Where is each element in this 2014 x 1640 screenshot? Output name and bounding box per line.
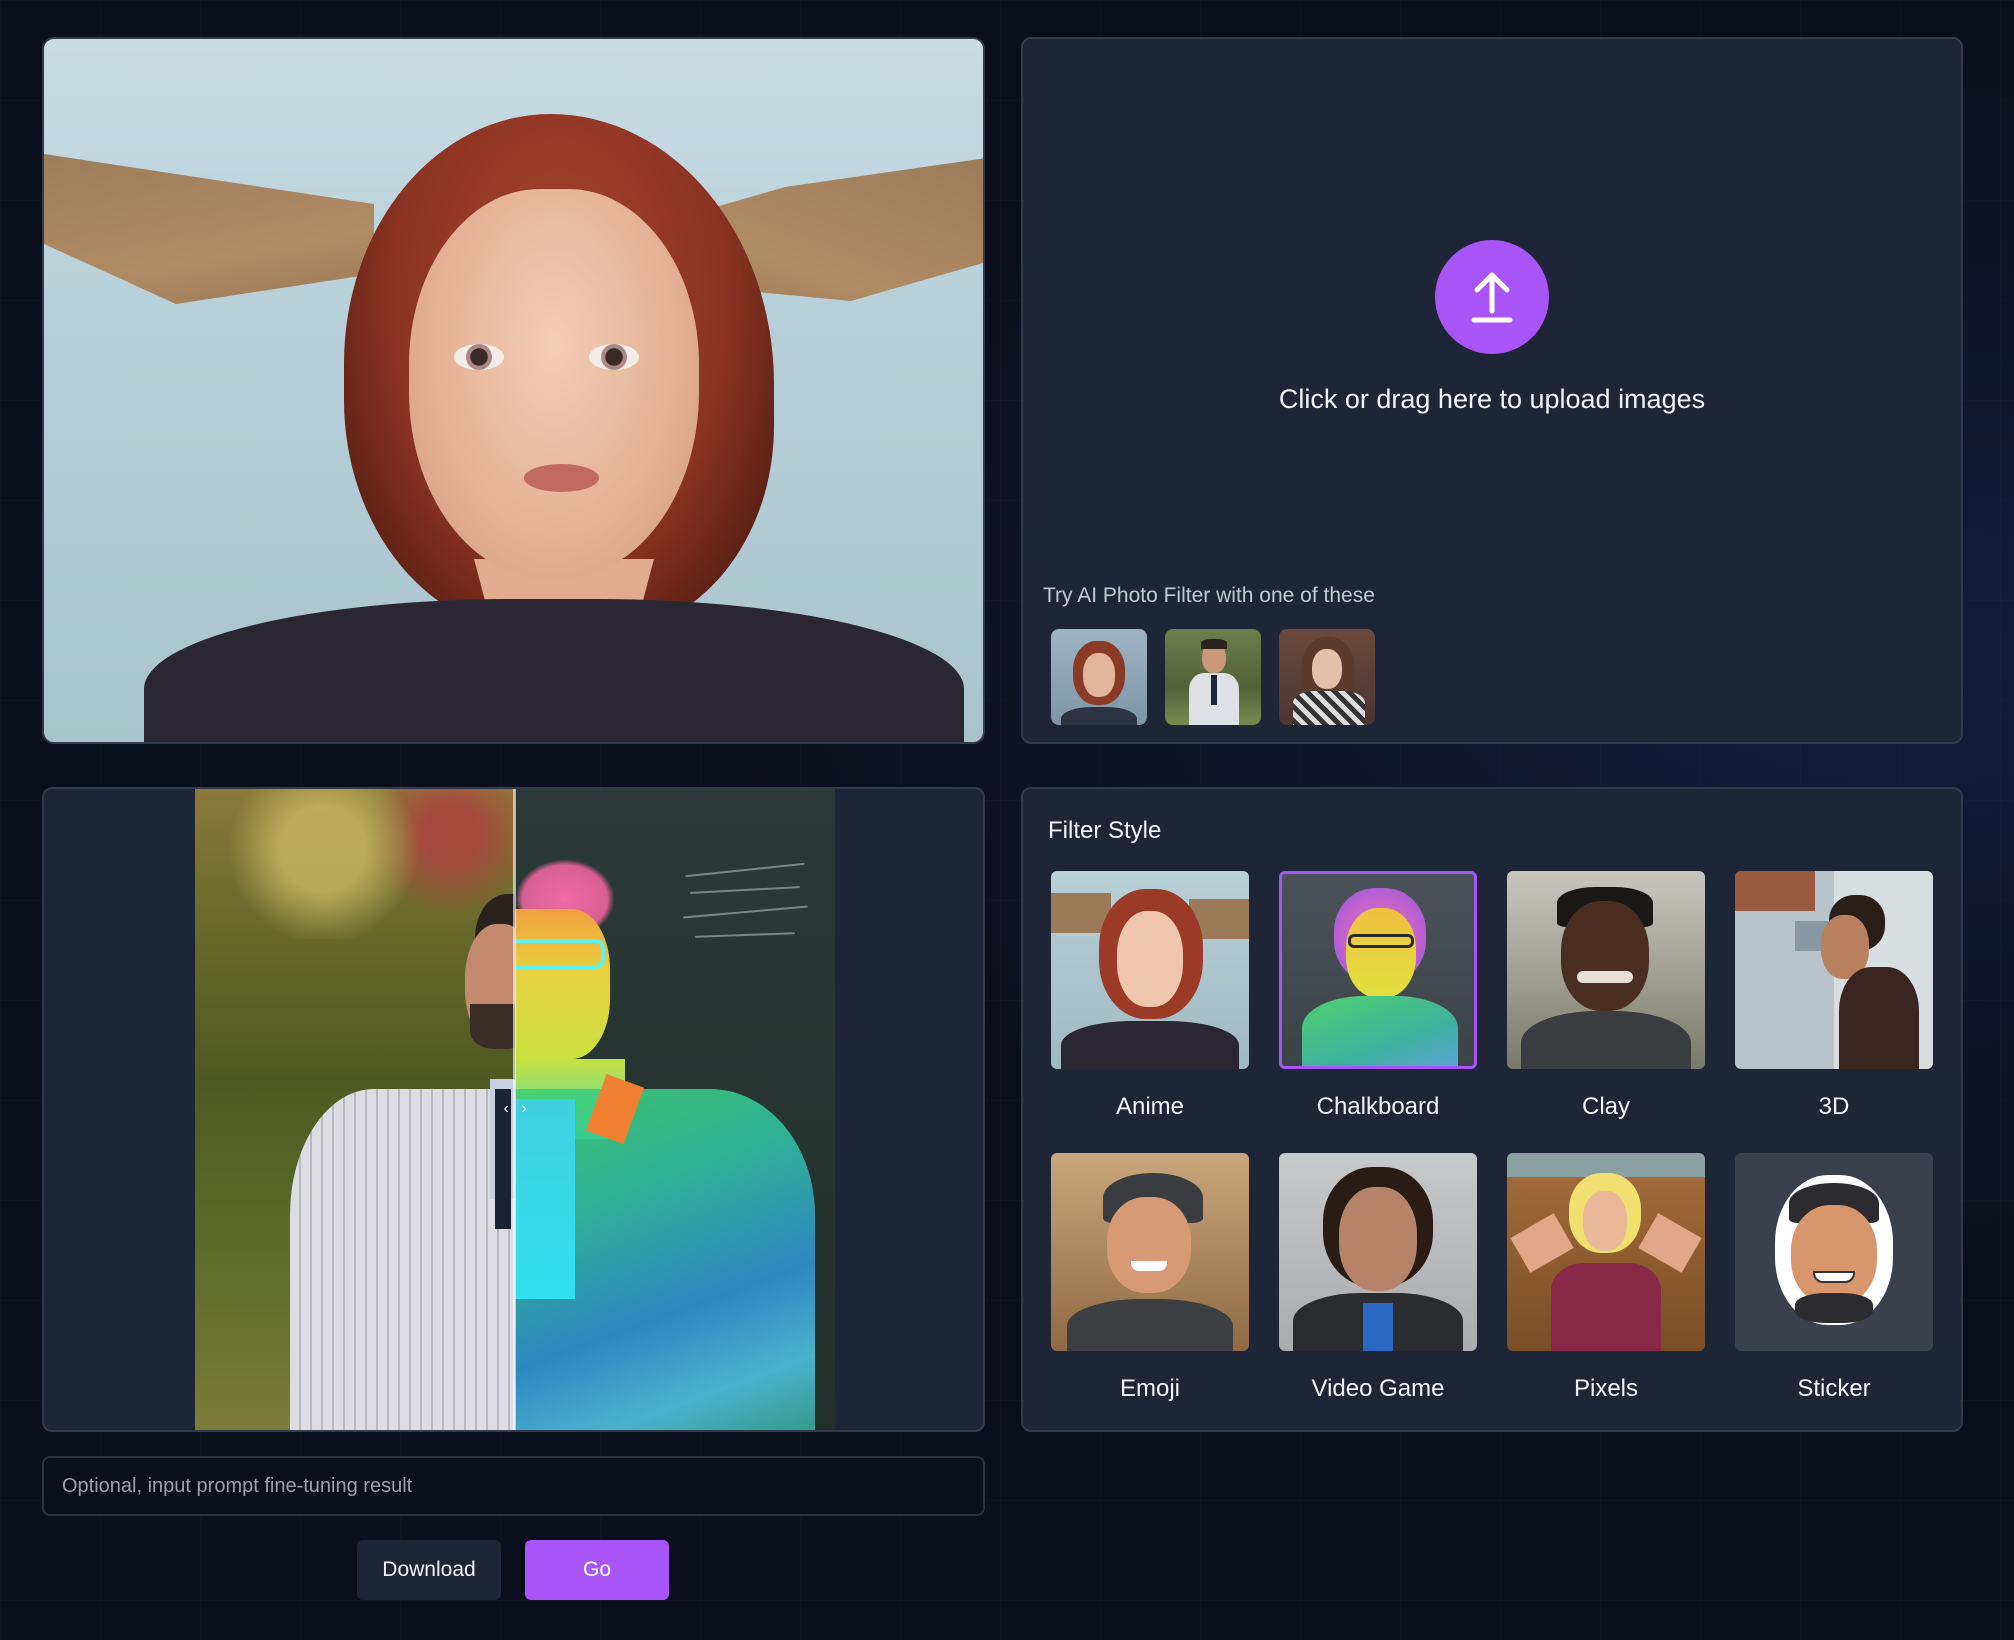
style-thumb-clay [1507, 871, 1705, 1069]
after-image-chalkboard [515, 789, 835, 1430]
style-label-anime: Anime [1115, 1093, 1185, 1120]
sample-image-woman-glasses[interactable] [1279, 629, 1375, 725]
portrait-lips [524, 464, 599, 492]
before-image [195, 789, 555, 1430]
background-cliff-left [44, 154, 374, 304]
portrait-shirt [144, 599, 964, 742]
prompt-input[interactable] [42, 1456, 985, 1516]
style-label-pixels: Pixels [1573, 1375, 1639, 1402]
sample-image-woman[interactable] [1051, 629, 1147, 725]
compare-image: ‹ › [195, 789, 835, 1430]
download-button[interactable]: Download [357, 1540, 501, 1600]
style-option-3d[interactable]: 3D [1735, 871, 1933, 1121]
upload-instructions: Click or drag here to upload images [1278, 384, 1706, 414]
filter-style-panel: Filter Style Anime Chalkboard Clay 3D Em… [1021, 787, 1963, 1432]
result-preview-image [42, 37, 985, 744]
style-label-3d: 3D [1818, 1093, 1850, 1120]
style-option-pixels[interactable]: Pixels [1507, 1153, 1705, 1403]
upload-arrow-icon [1471, 272, 1513, 323]
style-option-emoji[interactable]: Emoji [1051, 1153, 1249, 1403]
style-option-anime[interactable]: Anime [1051, 871, 1249, 1121]
style-thumb-chalkboard [1279, 871, 1477, 1069]
before-after-compare[interactable]: ‹ › [42, 787, 985, 1432]
style-option-clay[interactable]: Clay [1507, 871, 1705, 1121]
sample-images-label: Try AI Photo Filter with one of these [1043, 584, 1375, 607]
go-button[interactable]: Go [525, 1540, 669, 1600]
style-thumb-emoji [1051, 1153, 1249, 1351]
filter-style-title: Filter Style [1048, 817, 1162, 844]
style-thumb-video-game [1279, 1153, 1477, 1351]
style-label-video-game: Video Game [1311, 1375, 1445, 1402]
portrait-eye-right [589, 344, 639, 370]
style-label-emoji: Emoji [1119, 1375, 1180, 1402]
upload-dropzone[interactable]: Click or drag here to upload images Try … [1021, 37, 1963, 744]
style-thumb-3d [1735, 871, 1933, 1069]
portrait-eye-left [454, 344, 504, 370]
style-thumb-anime [1051, 871, 1249, 1069]
style-thumb-sticker [1735, 1153, 1933, 1351]
portrait-face [409, 189, 699, 579]
style-thumb-pixels [1507, 1153, 1705, 1351]
chevron-left-icon: ‹ [503, 1100, 509, 1117]
chevron-right-icon: › [521, 1100, 527, 1117]
style-label-chalkboard: Chalkboard [1316, 1093, 1440, 1120]
upload-button[interactable] [1435, 240, 1549, 354]
style-label-clay: Clay [1581, 1093, 1630, 1120]
compare-slider-handle[interactable]: ‹ › [495, 1096, 535, 1122]
style-option-video-game[interactable]: Video Game [1279, 1153, 1477, 1403]
sample-image-man-suit[interactable] [1165, 629, 1261, 725]
style-option-chalkboard[interactable]: Chalkboard [1279, 871, 1477, 1121]
style-label-sticker: Sticker [1797, 1375, 1871, 1402]
style-option-sticker[interactable]: Sticker [1735, 1153, 1933, 1403]
